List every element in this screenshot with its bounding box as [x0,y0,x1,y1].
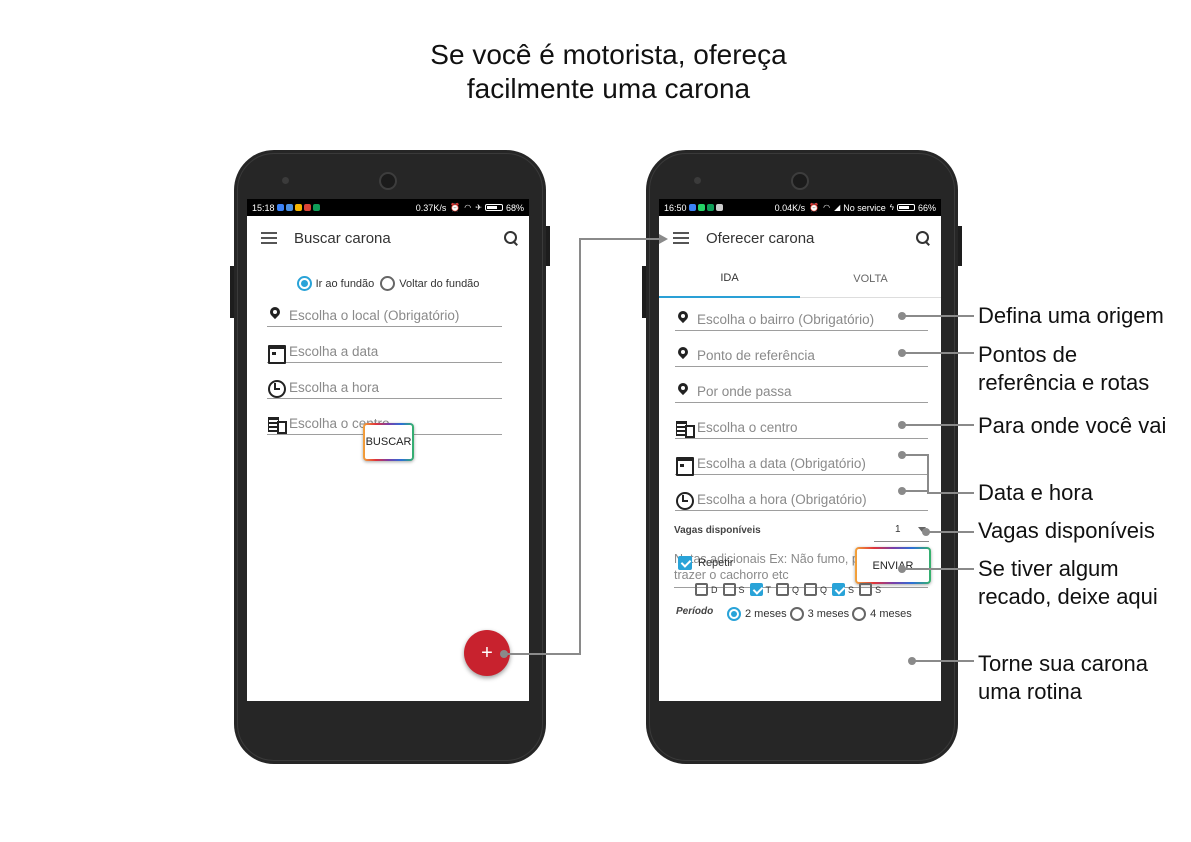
connector-dot [922,528,930,536]
connector-dot [898,421,906,429]
callout-pontos-line-1: Pontos de [978,342,1078,367]
connector-dot [898,349,906,357]
arrow-head [659,234,668,244]
callout-vagas: Vagas disponíveis [978,518,1155,543]
connector-dot [908,657,916,665]
connector-dot [898,565,906,573]
datahora-line [902,454,974,494]
callout-recado-line-1: Se tiver algum [978,556,1119,581]
connector-dot [898,451,906,459]
connector-dot [898,312,906,320]
callout-rotina-line-2: uma rotina [978,679,1082,704]
callout-recado: Se tiver algum recado, deixe aqui [978,555,1158,611]
connector-dot [500,650,508,658]
callout-datahora: Data e hora [978,480,1093,505]
callout-origem: Defina uma origem [978,303,1164,328]
callout-pontos-line-2: referência e rotas [978,370,1150,395]
callout-recado-line-2: recado, deixe aqui [978,584,1158,609]
callout-destino: Para onde você vai [978,413,1167,438]
callout-pontos: Pontos de referência e rotas [978,341,1149,397]
connector-dot [898,487,906,495]
fab-connector-line [507,238,660,655]
callout-rotina-line-1: Torne sua carona [978,651,1148,676]
callout-rotina: Torne sua carona uma rotina [978,650,1148,706]
